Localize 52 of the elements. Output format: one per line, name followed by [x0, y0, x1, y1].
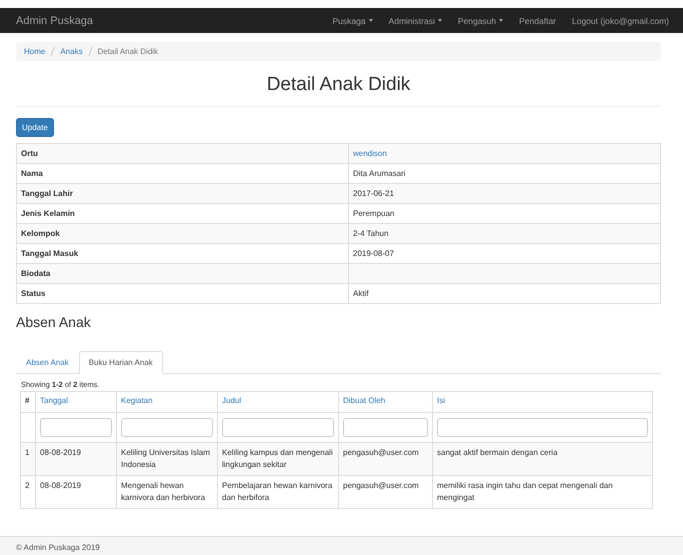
field-label: Tanggal Lahir: [16, 184, 348, 204]
brand-link[interactable]: Admin Puskaga: [16, 14, 94, 26]
field-value: 2017-06-21: [353, 189, 394, 198]
table-cell: pengasuh@user.com: [338, 476, 432, 508]
field-value: Perempuan: [353, 209, 394, 218]
field-value: 2-4 Tahun: [353, 229, 388, 238]
field-label: Biodata: [16, 264, 348, 284]
page-title: Detail Anak Didik: [266, 74, 412, 96]
separator-icon: [50, 47, 56, 56]
table-cell: Pembelajaran hewan karnivora dan herbifora: [218, 476, 338, 508]
table-cell: sangat aktif bermain dengan ceria: [432, 442, 652, 476]
field-value: Aktif: [353, 289, 369, 298]
filter-field[interactable]: [437, 418, 648, 437]
nav-dropdown[interactable]: Puskaga: [332, 16, 373, 26]
filter-field[interactable]: [121, 418, 213, 437]
nav-dropdown[interactable]: Administrasi: [388, 16, 442, 26]
sort-link[interactable]: Kegiatan: [121, 396, 153, 405]
table-cell: 08-08-2019: [36, 442, 116, 476]
footer-text: © Admin Puskaga 2019: [16, 543, 100, 552]
nav-dropdown[interactable]: Pengasuh: [458, 16, 504, 26]
filter-field[interactable]: [222, 418, 334, 437]
table-cell: pengasuh@user.com: [338, 442, 432, 476]
sort-link[interactable]: Judul: [222, 396, 242, 405]
sort-link[interactable]: Tanggal: [40, 396, 68, 405]
update-button[interactable]: Update: [16, 118, 54, 137]
breadcrumb-link[interactable]: Anaks: [60, 47, 83, 56]
filter-field[interactable]: [40, 418, 112, 437]
field-value: Dita Arumasari: [353, 169, 406, 178]
column-header: #: [25, 396, 30, 405]
table-cell: Keliling Universitas Islam Indonesia: [116, 442, 218, 476]
breadcrumb-current: Detail Anak Didik: [98, 47, 158, 56]
tab[interactable]: Buku Harian Anak: [78, 351, 163, 374]
row-number: 1: [20, 442, 36, 476]
table-cell: Keliling kampus dan mengenali lingkungan sekitar: [218, 442, 338, 476]
value-link[interactable]: wendison: [353, 149, 387, 158]
table-cell: 08-08-2019: [36, 476, 116, 508]
tab[interactable]: Absen Anak: [16, 351, 79, 374]
sort-link[interactable]: Dibuat Oleh: [343, 396, 386, 405]
field-label: Ortu: [16, 144, 348, 164]
breadcrumb-link[interactable]: Home: [24, 47, 46, 56]
section-title: Absen Anak: [16, 314, 92, 330]
field-label: Kelompok: [16, 224, 348, 244]
filter-field[interactable]: [343, 418, 428, 437]
field-label: Status: [16, 284, 348, 304]
nav-link[interactable]: Logout (joko@gmail.com): [572, 16, 669, 26]
table-cell: Mengenali hewan karnivora dan herbivora: [116, 476, 218, 508]
sort-link[interactable]: Isi: [437, 396, 445, 405]
separator-icon: [88, 47, 93, 56]
row-number: 2: [20, 476, 36, 508]
table-cell: memiliki rasa ingin tahu dan cepat mengenali dan mengingat: [432, 476, 652, 508]
nav-link[interactable]: Pendaftar: [519, 16, 556, 26]
field-value: 2019-08-07: [353, 249, 394, 258]
